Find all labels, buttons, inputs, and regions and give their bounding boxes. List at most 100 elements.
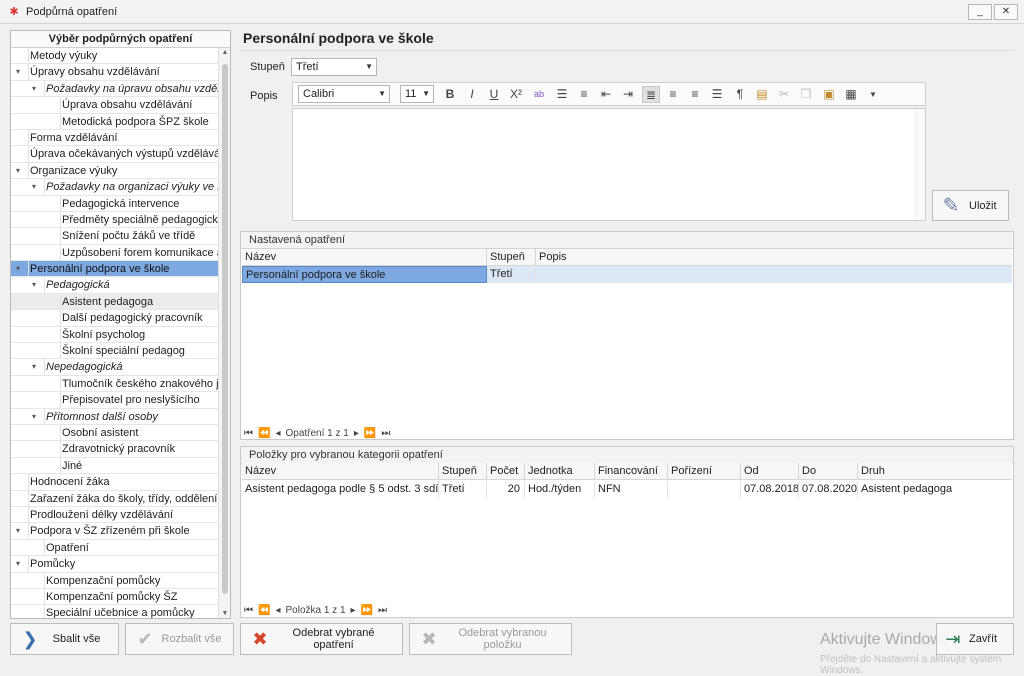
superscript-icon[interactable]: X² [507, 86, 525, 103]
collapse-all-button[interactable]: ❯ Sbalit vše [10, 623, 119, 655]
expand-toggle-icon[interactable]: ▾ [13, 523, 23, 538]
table-cell[interactable]: Asistent pedagoga [858, 481, 1012, 498]
column-header[interactable]: Jednotka [525, 463, 595, 480]
outdent-icon[interactable]: ⇤ [597, 86, 615, 103]
column-header[interactable]: Název [242, 249, 487, 266]
tree-item[interactable]: Další pedagogický pracovník [11, 310, 218, 327]
close-window-button[interactable]: ✕ [994, 4, 1018, 20]
tree-item[interactable]: Tlumočník českého znakového jazyka [11, 375, 218, 393]
tree-item[interactable]: Snížení počtu žáků ve třídě [11, 228, 218, 245]
cut-icon[interactable]: ✂ [775, 86, 793, 103]
font-size-select[interactable]: 11 ▼ [400, 85, 434, 103]
tree-scrollbar[interactable]: ▲ ▼ [218, 48, 230, 618]
measures-tree[interactable]: Výběr podpůrných opatření Metody výuky ▾ Ú… [10, 30, 231, 619]
table-row[interactable]: Personální podpora ve škole Třetí [242, 266, 1012, 283]
column-header[interactable]: Počet [487, 463, 525, 480]
column-header[interactable]: Do [799, 463, 858, 480]
table-cell[interactable]: Třetí [487, 266, 536, 283]
tree-item[interactable]: Forma vzdělávání [11, 129, 218, 147]
tree-item[interactable]: ▾ Přítomnost další osoby [11, 408, 218, 425]
stupen-select[interactable]: Třetí ▼ [291, 58, 377, 76]
nav-last-icon[interactable]: ⏭ [378, 605, 387, 616]
tree-item[interactable]: Hodnocení žáka [11, 474, 218, 491]
tree-item[interactable]: Úprava obsahu vzdělávání [11, 97, 218, 114]
tree-item[interactable]: Prodloužení délky vzdělávání [11, 506, 218, 524]
tree-item[interactable]: ▾ Požadavky na úpravu obsahu vzděl… [11, 80, 218, 98]
table-cell[interactable]: Personální podpora ve škole [242, 266, 487, 283]
tree-item[interactable]: ▾ Nepedagogická [11, 359, 218, 376]
expand-all-button[interactable]: ✔ Rozbalit vše [125, 623, 234, 655]
tree-item[interactable]: Osobní asistent [11, 424, 218, 442]
tree-item[interactable]: Kompenzační pomůcky ŠZ [11, 588, 218, 606]
close-button[interactable]: ⇥ Zavřít [936, 623, 1014, 655]
tree-item[interactable]: Kompenzační pomůcky [11, 572, 218, 589]
column-header[interactable]: Stupeň [439, 463, 487, 480]
copy-icon[interactable]: ❐ [797, 86, 815, 103]
expand-toggle-icon[interactable]: ▾ [29, 179, 39, 194]
tree-item[interactable]: Jiné [11, 457, 218, 475]
expand-toggle-icon[interactable]: ▾ [29, 409, 39, 424]
nav-prev-icon[interactable]: ◂ [275, 605, 280, 616]
tree-item[interactable]: ▾ Požadavky na organizaci výuky ve škole [11, 179, 218, 196]
table-cell[interactable] [536, 266, 1012, 283]
column-header[interactable]: Od [741, 463, 799, 480]
pilcrow-icon[interactable]: ¶ [731, 86, 749, 103]
tree-item[interactable]: Zařazení žáka do školy, třídy, oddělení,… [11, 490, 218, 507]
tree-item[interactable]: Školní psycholog [11, 326, 218, 344]
column-header[interactable]: Stupeň [487, 249, 536, 266]
table-cell[interactable]: Asistent pedagoga podle § 5 odst. 3 sdíl… [242, 481, 439, 498]
tree-item[interactable]: ▾ Úpravy obsahu vzdělávání [11, 64, 218, 81]
more-options-icon[interactable]: ▼ [864, 86, 882, 103]
table-cell[interactable]: 07.08.2020 [799, 481, 858, 498]
bold-icon[interactable]: B [441, 86, 459, 103]
column-header[interactable]: Název [242, 463, 439, 480]
nav-next-icon[interactable]: ▸ [354, 428, 359, 439]
tree-item[interactable]: Metody výuky [11, 48, 218, 65]
expand-toggle-icon[interactable]: ▾ [29, 359, 39, 374]
description-editor[interactable] [292, 108, 926, 221]
column-header[interactable]: Popis [536, 249, 1012, 266]
table-cell[interactable]: NFN [595, 481, 668, 498]
tree-item[interactable]: ▾ Pomůcky [11, 556, 218, 573]
nav-first-icon[interactable]: ⏮ [244, 428, 253, 439]
numbered-list-icon[interactable]: ≡ [575, 86, 593, 103]
nav-prev-icon[interactable]: ◂ [275, 428, 280, 439]
nav-first-icon[interactable]: ⏮ [244, 605, 253, 616]
table-cell[interactable]: 07.08.2018 [741, 481, 799, 498]
underline-icon[interactable]: U [485, 86, 503, 103]
justify-icon[interactable]: ☰ [708, 86, 726, 103]
indent-icon[interactable]: ⇥ [619, 86, 637, 103]
table-cell[interactable]: 20 [487, 481, 525, 498]
table-row[interactable]: Asistent pedagoga podle § 5 odst. 3 sdíl… [242, 481, 1012, 498]
tree-item[interactable]: ▾ Personální podpora ve škole [11, 261, 218, 278]
tree-item[interactable]: ▾ Organizace výuky [11, 162, 218, 180]
nav-next-page-icon[interactable]: ⏩ [364, 428, 376, 439]
align-right-icon[interactable]: ≡ [686, 86, 704, 103]
table-cell[interactable] [668, 481, 741, 498]
save-button[interactable]: ✎ Uložit [932, 190, 1009, 221]
italic-icon[interactable]: I [463, 86, 481, 103]
tree-item[interactable]: Přepisovatel pro neslyšícího [11, 392, 218, 409]
expand-toggle-icon[interactable]: ▾ [13, 163, 23, 178]
nav-prev-page-icon[interactable]: ⏪ [258, 428, 270, 439]
tree-item[interactable]: ▾ Podpora v ŠZ zřízeném při škole [11, 523, 218, 540]
tree-item[interactable]: Úprava očekávaných výstupů vzdělávání [11, 146, 218, 163]
align-left-icon[interactable]: ≣ [642, 86, 660, 103]
tree-item[interactable]: Zdravotnický pracovník [11, 441, 218, 458]
table-cell[interactable]: Hod./týden [525, 481, 595, 498]
tree-item[interactable]: Předměty speciálně pedagogické p… [11, 211, 218, 229]
column-header[interactable]: Druh [858, 463, 1012, 480]
expand-toggle-icon[interactable]: ▾ [29, 81, 39, 96]
remove-item-button[interactable]: ✖ Odebrat vybranou položku [409, 623, 572, 655]
tree-item[interactable]: Speciální učebnice a pomůcky [11, 605, 218, 618]
scroll-down-icon[interactable]: ▼ [219, 610, 230, 617]
paste-special-icon[interactable]: ▤ [753, 86, 771, 103]
nav-next-page-icon[interactable]: ⏩ [361, 605, 373, 616]
tree-item[interactable]: Uzpůsobení forem komunikace a zp… [11, 244, 218, 262]
expand-toggle-icon[interactable]: ▾ [13, 261, 23, 276]
nav-prev-page-icon[interactable]: ⏪ [258, 605, 270, 616]
tree-item[interactable]: Opatření [11, 539, 218, 557]
table-icon[interactable]: ▦ [842, 86, 860, 103]
nav-next-icon[interactable]: ▸ [351, 605, 356, 616]
expand-toggle-icon[interactable]: ▾ [29, 277, 39, 292]
